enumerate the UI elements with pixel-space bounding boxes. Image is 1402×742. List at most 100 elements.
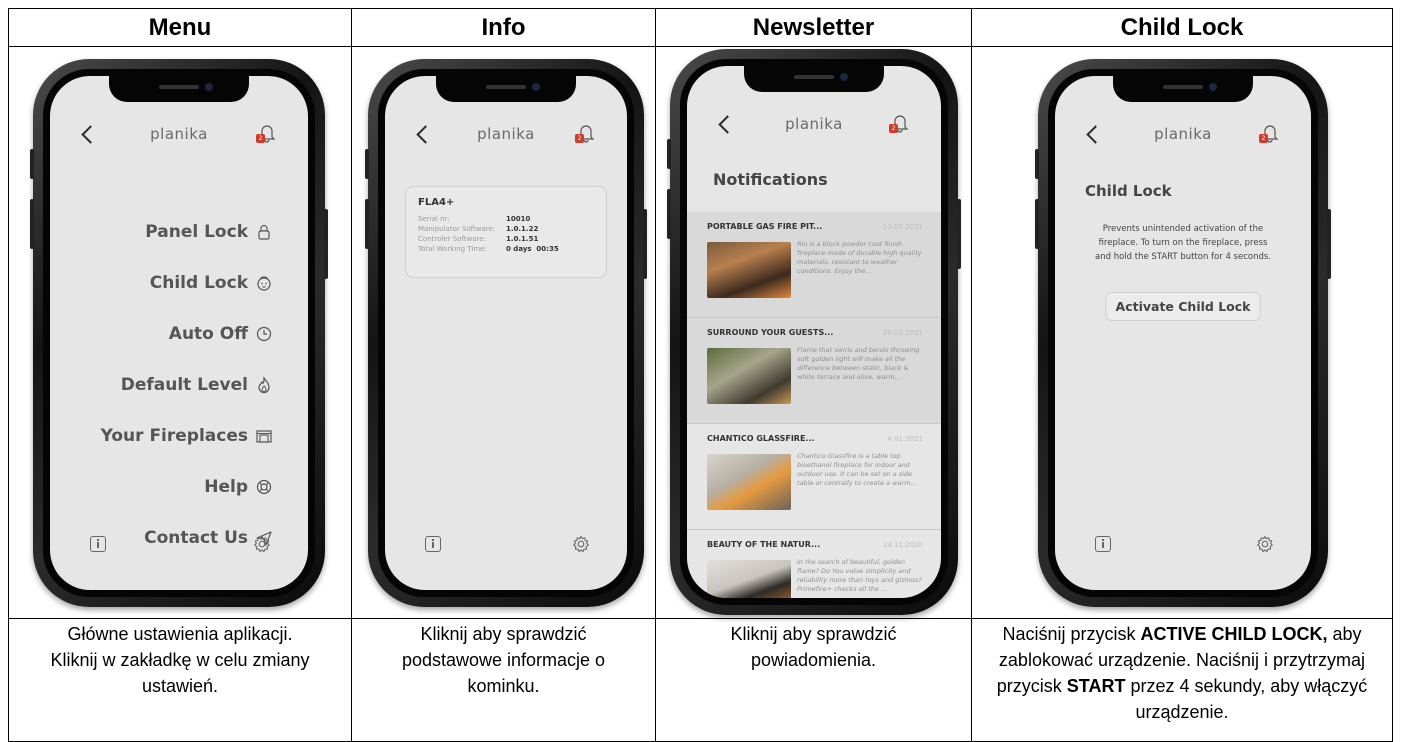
bell-icon[interactable]: 2 bbox=[889, 112, 911, 134]
app-header: planika 2 bbox=[50, 122, 308, 152]
notification-badge: 2 bbox=[889, 124, 898, 133]
phone-menu: planika 2 Panel Lock Child Lock Auto Off… bbox=[30, 59, 328, 607]
info-value: 1.0.1.22 bbox=[506, 225, 539, 233]
phone-info: planika 2 FLA4+ Serial nr: 10010 Manipula… bbox=[365, 59, 647, 607]
child-lock-screenshot-cell: planika 2 Child Lock Prevents unintended… bbox=[971, 46, 1393, 619]
lifebuoy-icon bbox=[254, 477, 274, 497]
app-header: planika 2 bbox=[687, 112, 941, 142]
child-lock-screen: planika 2 Child Lock Prevents unintended… bbox=[1055, 76, 1311, 590]
menu-item-contact-us[interactable]: Contact Us bbox=[101, 512, 274, 563]
info-icon[interactable] bbox=[90, 536, 106, 552]
menu-item-help[interactable]: Help bbox=[101, 461, 274, 512]
notification-list: PORTABLE GAS FIRE PIT... 13.05.2021 Rio … bbox=[687, 212, 941, 598]
notification-badge: 2 bbox=[256, 134, 265, 143]
info-value: 10010 bbox=[506, 215, 531, 223]
notification-item[interactable]: BEAUTY OF THE NATUR... 24.11.2020 In the… bbox=[687, 530, 941, 598]
caption-line: powiadomienia. bbox=[750, 650, 877, 670]
gear-icon[interactable] bbox=[252, 534, 272, 554]
menu-item-panel-lock[interactable]: Panel Lock bbox=[101, 206, 274, 257]
menu-item-auto-off[interactable]: Auto Off bbox=[101, 308, 274, 359]
bell-icon[interactable]: 2 bbox=[256, 122, 278, 144]
gear-icon[interactable] bbox=[571, 534, 591, 554]
info-icon[interactable] bbox=[1095, 536, 1111, 552]
activate-child-lock-button[interactable]: Activate Child Lock bbox=[1105, 292, 1261, 321]
notification-thumbnail bbox=[707, 348, 791, 404]
notification-date: 13.05.2021 bbox=[882, 223, 923, 231]
notification-badge: 2 bbox=[1259, 134, 1268, 143]
info-key: Serial nr: bbox=[418, 215, 450, 223]
notification-excerpt: Chantico Glassfire is a table top bioeth… bbox=[797, 452, 917, 487]
menu-screenshot-cell: planika 2 Panel Lock Child Lock Auto Off… bbox=[8, 46, 352, 619]
menu-item-label: Help bbox=[204, 476, 248, 497]
menu-item-label: Auto Off bbox=[168, 323, 248, 344]
app-header: planika 2 bbox=[1055, 122, 1311, 152]
newsletter-screenshot-cell: planika 2 Notifications PORTABLE GAS FIR… bbox=[655, 46, 972, 619]
caption-line: Kliknij w zakładkę w celu zmiany bbox=[50, 650, 310, 670]
info-row: Controler Software: 1.0.1.51 bbox=[418, 234, 594, 244]
menu-item-label: Panel Lock bbox=[145, 221, 248, 242]
caption-line: Główne ustawienia aplikacji. bbox=[67, 624, 293, 644]
info-icon[interactable] bbox=[425, 536, 441, 552]
caption-line: kominku. bbox=[467, 676, 540, 696]
column-header-newsletter: Newsletter bbox=[655, 8, 972, 47]
settings-menu: Panel Lock Child Lock Auto Off Default L… bbox=[101, 206, 274, 563]
menu-item-default-level[interactable]: Default Level bbox=[101, 359, 274, 410]
caption-menu: Główne ustawienia aplikacji. Kliknij w z… bbox=[8, 618, 352, 742]
notification-thumbnail bbox=[707, 242, 791, 298]
notification-date: 20.03.2021 bbox=[882, 329, 923, 337]
gear-icon[interactable] bbox=[1255, 534, 1275, 554]
bell-icon[interactable]: 2 bbox=[575, 122, 597, 144]
caption-text: Naciśnij przycisk bbox=[1002, 624, 1141, 644]
newsletter-screen: planika 2 Notifications PORTABLE GAS FIR… bbox=[687, 66, 941, 598]
notification-item[interactable]: SURROUND YOUR GUESTS... 20.03.2021 Flame… bbox=[687, 318, 941, 424]
menu-item-label: Your Fireplaces bbox=[100, 425, 248, 446]
caption-newsletter: Kliknij aby sprawdzić powiadomienia. bbox=[655, 618, 972, 742]
phone-newsletter: planika 2 Notifications PORTABLE GAS FIR… bbox=[667, 49, 961, 615]
info-screenshot-cell: planika 2 FLA4+ Serial nr: 10010 Manipula… bbox=[351, 46, 656, 619]
caption-info: Kliknij aby sprawdzić podstawowe informa… bbox=[351, 618, 656, 742]
column-header-menu: Menu bbox=[8, 8, 352, 47]
notification-date: 4.01.2021 bbox=[887, 435, 923, 443]
app-header: planika 2 bbox=[385, 122, 627, 152]
phone-child-lock: planika 2 Child Lock Prevents unintended… bbox=[1035, 59, 1331, 607]
menu-item-label: Default Level bbox=[120, 374, 248, 395]
info-row: Total Working Time: 0 days 00:35 bbox=[418, 244, 594, 254]
menu-screen: planika 2 Panel Lock Child Lock Auto Off… bbox=[50, 76, 308, 590]
page-title: Child Lock bbox=[1085, 182, 1172, 200]
notification-badge: 2 bbox=[575, 134, 584, 143]
notification-excerpt: Rio is a block powder coat finish firepl… bbox=[797, 240, 922, 275]
caption-emphasis: START bbox=[1066, 676, 1126, 696]
flame-icon bbox=[254, 375, 274, 395]
notification-thumbnail bbox=[707, 560, 791, 598]
bell-icon[interactable]: 2 bbox=[1259, 122, 1281, 144]
info-key: Total Working Time: bbox=[418, 245, 487, 253]
info-row: Manipulator Software: 1.0.1.22 bbox=[418, 224, 594, 234]
menu-item-child-lock[interactable]: Child Lock bbox=[101, 257, 274, 308]
info-screen: planika 2 FLA4+ Serial nr: 10010 Manipula… bbox=[385, 76, 627, 590]
menu-item-your-fireplaces[interactable]: Your Fireplaces bbox=[101, 410, 274, 461]
info-value: 0 days 00:35 bbox=[506, 245, 559, 253]
fireplace-icon bbox=[254, 426, 274, 446]
column-header-child-lock: Child Lock bbox=[971, 8, 1393, 47]
child-lock-description: Prevents unintended activation of the fi… bbox=[1095, 224, 1271, 262]
device-info-card: FLA4+ Serial nr: 10010 Manipulator Softwa… bbox=[405, 186, 607, 278]
device-name: FLA4+ bbox=[418, 197, 455, 208]
info-key: Manipulator Software: bbox=[418, 225, 496, 233]
caption-child-lock: Naciśnij przycisk ACTIVE CHILD LOCK, aby… bbox=[971, 618, 1393, 742]
clock-icon bbox=[254, 324, 274, 344]
caption-emphasis: ACTIVE CHILD LOCK, bbox=[1140, 624, 1328, 644]
column-header-info: Info bbox=[351, 8, 656, 47]
info-key: Controler Software: bbox=[418, 235, 486, 243]
caption-text: przez 4 sekundy, aby włączyć urządzenie. bbox=[1125, 676, 1368, 722]
baby-icon bbox=[254, 273, 274, 293]
page-title: Notifications bbox=[713, 170, 828, 189]
caption-line: Kliknij aby sprawdzić bbox=[420, 624, 587, 644]
document-table: Menu Info Newsletter Child Lock planika bbox=[8, 8, 1393, 742]
notification-date: 24.11.2020 bbox=[882, 541, 923, 549]
notification-item[interactable]: PORTABLE GAS FIRE PIT... 13.05.2021 Rio … bbox=[687, 212, 941, 318]
info-row: Serial nr: 10010 bbox=[418, 214, 594, 224]
notification-excerpt: In the search of beautiful, golden flame… bbox=[797, 558, 922, 593]
notification-item[interactable]: CHANTICO GLASSFIRE... 4.01.2021 Chantico… bbox=[687, 424, 941, 530]
caption-line: Kliknij aby sprawdzić bbox=[730, 624, 897, 644]
caption-line: ustawień. bbox=[141, 676, 219, 696]
